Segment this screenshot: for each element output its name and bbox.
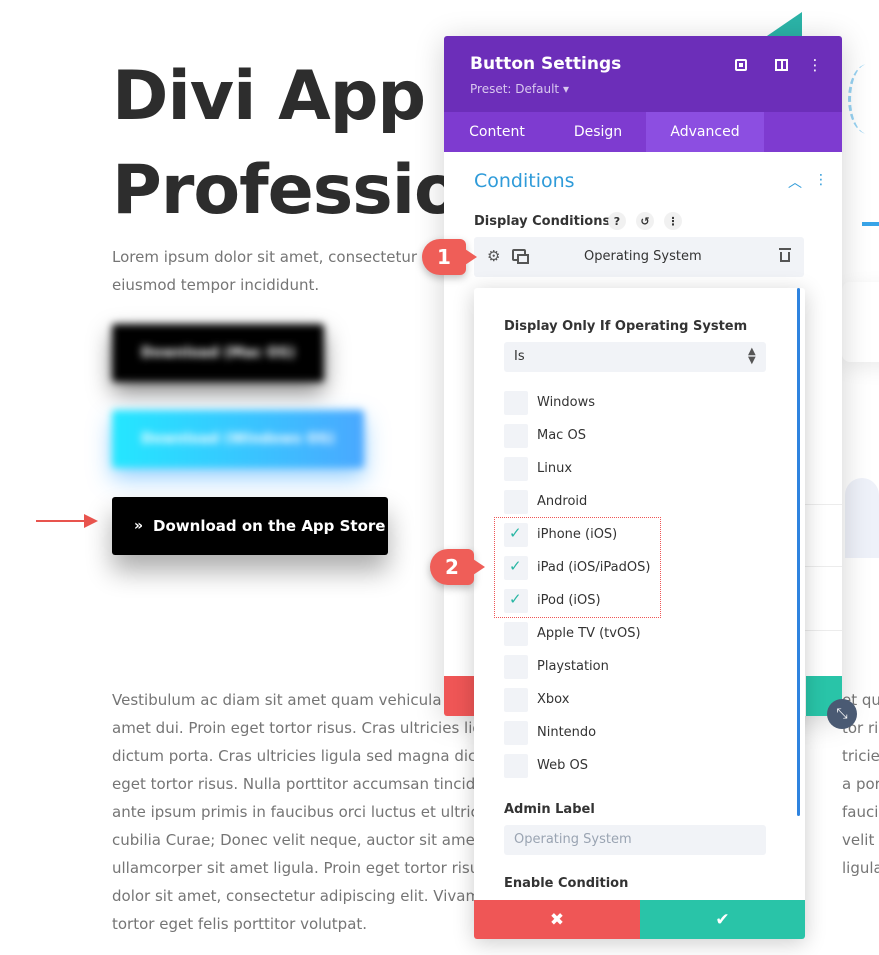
admin-label-placeholder: Operating System (514, 832, 632, 847)
snap-to-sidebar-icon[interactable] (732, 56, 750, 74)
os-option-label: Apple TV (tvOS) (537, 626, 641, 641)
ios-options-highlight (494, 517, 661, 618)
checkbox[interactable] (504, 391, 528, 415)
os-option-label: Mac OS (537, 428, 586, 443)
checkbox[interactable] (504, 721, 528, 745)
page-title-line-1: Divi App f (112, 57, 477, 136)
modal-cancel-button[interactable] (444, 676, 474, 716)
close-icon: ✖ (549, 909, 565, 930)
modal-header: Button Settings Preset: Default ▾ ⋮ (444, 36, 842, 112)
admin-label-title: Admin Label (504, 802, 595, 817)
checkbox[interactable] (504, 457, 528, 481)
display-conditions-label: Display Conditions (474, 214, 611, 229)
checkbox[interactable] (504, 424, 528, 448)
select-arrows-icon: ▲ ▼ (748, 346, 756, 366)
modal-tabs: Content Design Advanced (444, 112, 842, 152)
os-option-label: Playstation (537, 659, 609, 674)
os-option-label: Android (537, 494, 588, 509)
page: Divi App f Professio Lorem ipsum dolor s… (0, 0, 879, 955)
help-icon[interactable]: ? (608, 212, 626, 230)
os-option-label: Xbox (537, 692, 570, 707)
os-option-windows[interactable]: Windows (504, 391, 704, 415)
os-option-label: Linux (537, 461, 573, 476)
tab-design[interactable]: Design (550, 112, 646, 152)
divider (804, 504, 842, 505)
checkbox[interactable] (504, 655, 528, 679)
callout-badge-2: 2 (430, 549, 485, 585)
checkbox[interactable] (504, 754, 528, 778)
resize-handle-icon[interactable]: ⤡ (827, 699, 857, 729)
checkbox[interactable] (504, 688, 528, 712)
download-mac-button[interactable]: Download (Mac OS) (112, 324, 324, 382)
gear-icon[interactable]: ⚙ (487, 247, 500, 265)
os-option-mac-os[interactable]: Mac OS (504, 424, 704, 448)
os-option-linux[interactable]: Linux (504, 457, 704, 481)
blue-line-decoration (862, 222, 879, 226)
condition-row[interactable]: ⚙ Operating System (474, 237, 804, 277)
enable-condition-label: Enable Condition (504, 876, 629, 891)
tab-advanced[interactable]: Advanced (646, 112, 764, 152)
download-windows-button[interactable]: Download (Windows OS) (112, 410, 364, 468)
teal-triangle-decoration (764, 12, 802, 38)
pointer-arrow-shaft (36, 520, 86, 522)
admin-label-input[interactable]: Operating System (504, 825, 766, 855)
card-decoration (842, 282, 879, 362)
os-option-apple-tv[interactable]: Apple TV (tvOS) (504, 622, 704, 646)
page-title-line-2: Professio (112, 151, 461, 230)
popup-cancel-button[interactable]: ✖ (474, 900, 640, 939)
os-option-label: Web OS (537, 758, 588, 773)
double-chevron-right-icon: » (134, 518, 144, 534)
more-options-icon[interactable]: ⋮ (806, 56, 824, 74)
condition-name: Operating System (584, 249, 702, 264)
section-title[interactable]: Conditions (474, 170, 575, 192)
os-option-label: Nintendo (537, 725, 597, 740)
divider (804, 630, 842, 631)
scrollbar[interactable] (797, 288, 800, 816)
trash-icon[interactable] (779, 248, 791, 262)
body-fragment: faucibus o (842, 803, 879, 821)
section-more-icon[interactable]: ⋮ (814, 172, 828, 188)
chevron-up-icon[interactable]: ︿ (788, 172, 802, 192)
preset-dropdown[interactable]: Preset: Default ▾ (470, 82, 569, 96)
body-fragment: tricies ligu (842, 747, 879, 765)
body-fragment: a porttitor (842, 775, 879, 793)
duplicate-icon[interactable] (512, 249, 529, 264)
rays-decoration (848, 64, 879, 134)
modal-title: Button Settings (470, 54, 622, 74)
page-title: Divi App f Professio (112, 50, 477, 238)
os-option-playstation[interactable]: Playstation (504, 655, 704, 679)
download-app-store-label: Download on the App Store (153, 517, 386, 535)
divider (804, 566, 842, 567)
os-option-android[interactable]: Android (504, 490, 704, 514)
options-icon[interactable]: ⋮ (664, 212, 682, 230)
caret-down-icon: ▾ (562, 82, 569, 96)
download-app-store-button[interactable]: » Download on the App Store (112, 497, 388, 555)
operating-system-condition-popup: Display Only If Operating System Is ▲ ▼ W… (474, 288, 805, 939)
download-windows-label: Download (Windows OS) (141, 431, 335, 447)
checkbox[interactable] (504, 622, 528, 646)
checkbox[interactable] (504, 490, 528, 514)
preset-label: Preset: Default (470, 82, 560, 96)
os-option-label: Windows (537, 395, 596, 410)
callout-badge-1: 1 (422, 239, 477, 275)
pointer-arrow-head-icon (84, 514, 98, 528)
body-fragment: velit nequ (842, 831, 879, 849)
split-view-icon[interactable] (772, 56, 790, 74)
field-label: Display Only If Operating System (504, 319, 748, 334)
tile-decoration (845, 478, 879, 558)
tab-content[interactable]: Content (444, 112, 550, 152)
operator-select[interactable]: Is ▲ ▼ (504, 342, 766, 372)
check-icon: ✔ (715, 909, 730, 930)
os-option-xbox[interactable]: Xbox (504, 688, 704, 712)
os-option-web-os[interactable]: Web OS (504, 754, 704, 778)
body-fragment: ligula. Pro (842, 859, 879, 877)
os-option-nintendo[interactable]: Nintendo (504, 721, 704, 745)
reset-icon[interactable]: ↺ (636, 212, 654, 230)
operator-select-value: Is (514, 349, 525, 364)
popup-save-button[interactable]: ✔ (640, 900, 805, 939)
download-mac-label: Download (Mac OS) (140, 345, 296, 361)
